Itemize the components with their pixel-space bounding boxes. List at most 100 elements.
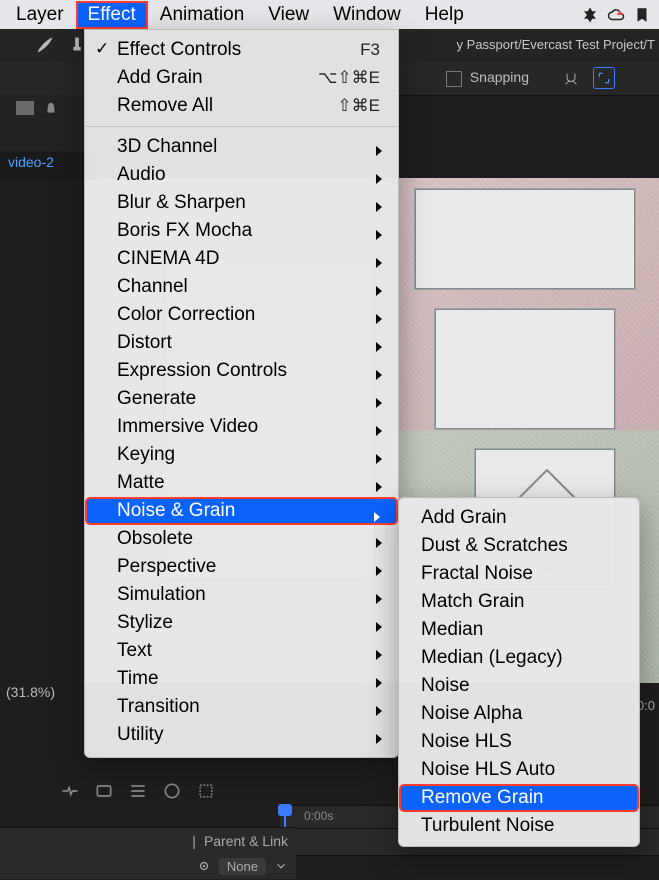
menu-item-label: Effect Controls — [117, 39, 360, 61]
layer-header-row: | Parent & Link — [0, 827, 296, 854]
timeline-icon-1[interactable] — [60, 781, 80, 801]
menu-transition[interactable]: Transition — [85, 693, 398, 721]
menu-item-label: Color Correction — [117, 304, 380, 326]
bookmark-icon — [633, 6, 651, 24]
submenu-match-grain[interactable]: Match Grain — [399, 588, 639, 616]
menu-text[interactable]: Text — [85, 637, 398, 665]
snapping-toggle[interactable]: Snapping — [446, 69, 529, 86]
submenu-median[interactable]: Median — [399, 616, 639, 644]
submenu-item-label: Noise HLS Auto — [421, 759, 555, 781]
project-path: y Passport/Evercast Test Project/T — [457, 37, 655, 52]
menu-item-label: Generate — [117, 388, 380, 410]
pickwhip-icon[interactable] — [197, 859, 211, 873]
menu-audio[interactable]: Audio — [85, 161, 398, 189]
submenu-remove-grain[interactable]: Remove Grain — [399, 784, 639, 812]
chevron-right-icon — [374, 645, 384, 667]
menu-item-label: Transition — [117, 696, 380, 718]
menu-time[interactable]: Time — [85, 665, 398, 693]
composition-tab-label: video-2 — [8, 154, 54, 170]
menu-effect-controls[interactable]: Effect Controls F3 — [85, 36, 398, 64]
chevron-right-icon — [374, 141, 384, 163]
menu-obsolete[interactable]: Obsolete — [85, 525, 398, 553]
menu-channel[interactable]: Channel — [85, 273, 398, 301]
submenu-item-label: Fractal Noise — [421, 563, 533, 585]
chevron-right-icon — [374, 169, 384, 191]
chevron-down-icon[interactable] — [274, 859, 288, 873]
menu-effect[interactable]: Effect — [76, 1, 148, 29]
submenu-dust-scratches[interactable]: Dust & Scratches — [399, 532, 639, 560]
menu-simulation[interactable]: Simulation — [85, 581, 398, 609]
menu-view[interactable]: View — [256, 1, 321, 29]
chevron-right-icon — [374, 449, 384, 471]
menu-window[interactable]: Window — [321, 1, 413, 29]
zoom-readout[interactable]: (31.8%) — [6, 684, 55, 700]
submenu-item-label: Add Grain — [421, 507, 507, 529]
timeline-icon-5[interactable] — [196, 781, 216, 801]
menu-generate[interactable]: Generate — [85, 385, 398, 413]
menu-distort[interactable]: Distort — [85, 329, 398, 357]
submenu-noise-hls[interactable]: Noise HLS — [399, 728, 639, 756]
menu-matte[interactable]: Matte — [85, 469, 398, 497]
menu-keying[interactable]: Keying — [85, 441, 398, 469]
menu-item-label: Time — [117, 668, 380, 690]
submenu-fractal-noise[interactable]: Fractal Noise — [399, 560, 639, 588]
snap-expand-icon[interactable] — [593, 67, 615, 89]
chevron-right-icon — [374, 337, 384, 359]
menu-perspective[interactable]: Perspective — [85, 553, 398, 581]
menu-utility[interactable]: Utility — [85, 721, 398, 749]
menu-3d-channel[interactable]: 3D Channel — [85, 133, 398, 161]
submenu-add-grain[interactable]: Add Grain — [399, 504, 639, 532]
submenu-turbulent-noise[interactable]: Turbulent Noise — [399, 812, 639, 840]
playhead[interactable] — [284, 806, 286, 828]
menu-item-label: Add Grain — [117, 67, 318, 89]
brush-icon[interactable] — [34, 34, 56, 56]
submenu-median-legacy[interactable]: Median (Legacy) — [399, 644, 639, 672]
parent-dropdown[interactable]: None — [219, 858, 266, 875]
submenu-item-label: Remove Grain — [421, 787, 544, 809]
menu-stylize[interactable]: Stylize — [85, 609, 398, 637]
menu-shortcut: ⇧⌘E — [337, 96, 380, 116]
menu-item-label: Perspective — [117, 556, 380, 578]
parent-link-header: Parent & Link — [204, 833, 288, 849]
menu-item-label: Blur & Sharpen — [117, 192, 380, 214]
noise-grain-submenu: Add Grain Dust & Scratches Fractal Noise… — [398, 497, 640, 847]
menu-cinema4d[interactable]: CINEMA 4D — [85, 245, 398, 273]
menu-shortcut: ⌥⇧⌘E — [318, 68, 380, 88]
menu-help[interactable]: Help — [413, 1, 476, 29]
chevron-right-icon — [374, 225, 384, 247]
menu-add-grain[interactable]: Add Grain ⌥⇧⌘E — [85, 64, 398, 92]
menu-blur-sharpen[interactable]: Blur & Sharpen — [85, 189, 398, 217]
menu-item-label: Boris FX Mocha — [117, 220, 380, 242]
menu-immersive-video[interactable]: Immersive Video — [85, 413, 398, 441]
submenu-item-label: Median — [421, 619, 483, 641]
magnet-icon[interactable] — [563, 69, 579, 86]
menu-item-label: Immersive Video — [117, 416, 380, 438]
timeline-icon-2[interactable] — [94, 781, 114, 801]
timeline-icon-3[interactable] — [128, 781, 148, 801]
chevron-right-icon — [374, 421, 384, 443]
menu-expression-controls[interactable]: Expression Controls — [85, 357, 398, 385]
menu-color-correction[interactable]: Color Correction — [85, 301, 398, 329]
menu-separator — [85, 126, 398, 127]
menu-item-label: Channel — [117, 276, 380, 298]
menu-boris-fx[interactable]: Boris FX Mocha — [85, 217, 398, 245]
submenu-noise-hls-auto[interactable]: Noise HLS Auto — [399, 756, 639, 784]
layer-row[interactable]: None — [0, 853, 296, 879]
submenu-noise-alpha[interactable]: Noise Alpha — [399, 700, 639, 728]
project-thumb — [16, 101, 34, 115]
snapping-checkbox[interactable] — [446, 71, 462, 87]
lock-icon — [44, 101, 58, 115]
menu-remove-all[interactable]: Remove All ⇧⌘E — [85, 92, 398, 120]
menu-animation[interactable]: Animation — [148, 1, 257, 29]
menu-item-label: Text — [117, 640, 380, 662]
menu-noise-grain[interactable]: Noise & Grain — [85, 497, 398, 525]
menu-layer[interactable]: Layer — [4, 1, 76, 29]
submenu-noise[interactable]: Noise — [399, 672, 639, 700]
menu-item-label: Audio — [117, 164, 380, 186]
timeline-icon-4[interactable] — [162, 781, 182, 801]
menu-item-label: Noise & Grain — [117, 500, 380, 522]
chevron-right-icon — [374, 729, 384, 751]
menu-item-label: Remove All — [117, 95, 337, 117]
menu-item-label: CINEMA 4D — [117, 248, 380, 270]
cloud-alert-icon — [607, 6, 625, 24]
